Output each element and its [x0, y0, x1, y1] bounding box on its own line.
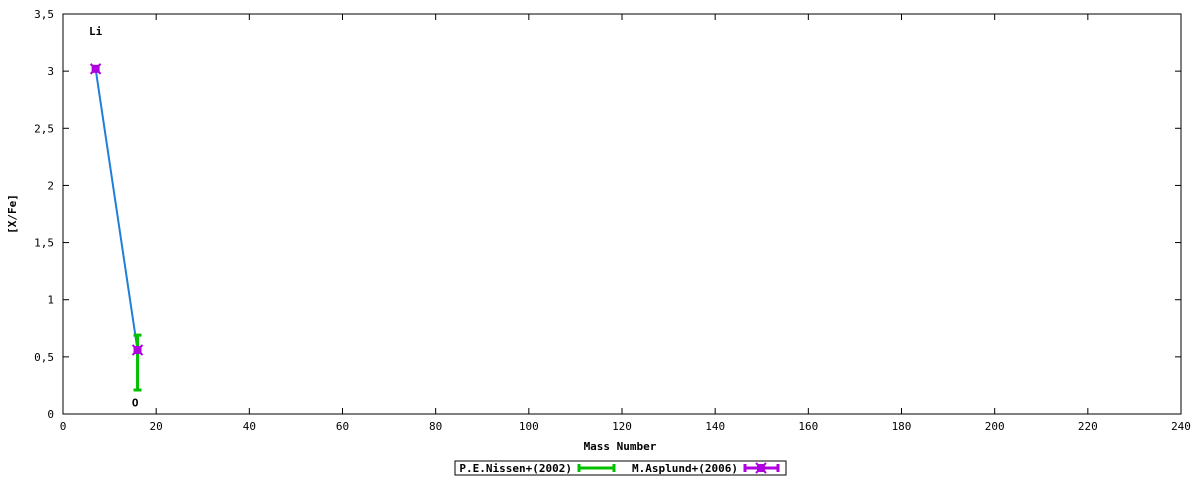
element-annotation: Li	[89, 25, 103, 38]
y-tick-label: 2,5	[34, 122, 54, 135]
legend-label-nissen: P.E.Nissen+(2002)	[459, 462, 572, 475]
y-tick-label: 3,5	[34, 8, 54, 21]
x-tick-label: 100	[519, 420, 539, 433]
x-tick-label: 40	[243, 420, 256, 433]
connecting-line	[94, 68, 139, 351]
x-tick-label: 140	[705, 420, 725, 433]
x-tick-label: 80	[429, 420, 442, 433]
y-tick-label: 0	[47, 408, 54, 421]
y-tick-label: 1	[47, 294, 54, 307]
x-tick-label: 60	[336, 420, 349, 433]
plot-frame	[62, 13, 1182, 415]
point-asplund	[131, 344, 144, 356]
y-axis-label: [X/Fe]	[6, 194, 19, 234]
x-tick-label: 0	[60, 420, 67, 433]
y-tick-label: 2	[47, 179, 54, 192]
axis-ticks: 0 20 40 60 80 100 120 140 160 180 200 220 240 0 0,5 1 1,…	[34, 8, 1191, 433]
annotations: Li O	[89, 25, 139, 409]
legend: P.E.Nissen+(2002) M.Asplund+(2006)	[454, 460, 787, 476]
y-tick-label: 0,5	[34, 351, 54, 364]
x-tick-label: 180	[892, 420, 912, 433]
y-tick-label: 1,5	[34, 237, 54, 250]
x-axis-label: Mass Number	[584, 440, 657, 453]
x-tick-label: 160	[798, 420, 818, 433]
legend-label-asplund: M.Asplund+(2006)	[632, 462, 738, 475]
x-tick-label: 220	[1078, 420, 1098, 433]
series-layer	[89, 63, 144, 392]
point-asplund	[89, 63, 102, 75]
x-tick-label: 120	[612, 420, 632, 433]
x-tick-label: 200	[985, 420, 1005, 433]
x-tick-label: 20	[150, 420, 163, 433]
element-annotation: O	[132, 397, 139, 410]
chart-canvas: 0 20 40 60 80 100 120 140 160 180 200 220 240 0 0,5 1 1,…	[6, 8, 1191, 476]
y-tick-label: 3	[47, 65, 54, 78]
legend-marker-asplund	[755, 462, 767, 474]
x-tick-label: 240	[1171, 420, 1191, 433]
